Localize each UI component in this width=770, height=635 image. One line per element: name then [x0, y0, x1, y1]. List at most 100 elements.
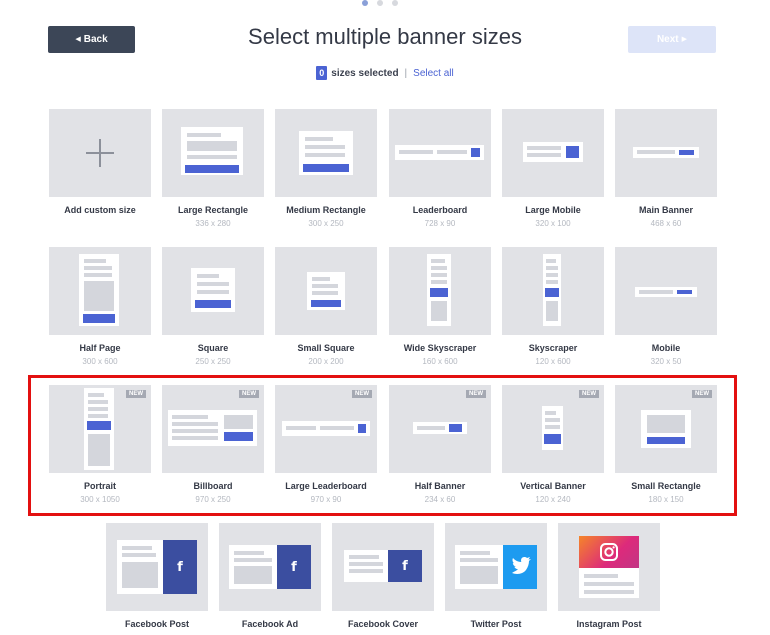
banner-tile-skyscraper[interactable]: Skyscraper 120 x 600 — [502, 247, 604, 366]
social-name: Twitter Post — [470, 619, 522, 629]
banner-preview[interactable] — [275, 109, 377, 197]
banner-name: Wide Skyscraper — [403, 343, 477, 353]
banner-name: Large Rectangle — [177, 205, 249, 215]
social-mockup: f — [117, 540, 197, 594]
facebook-icon: f — [163, 540, 197, 594]
banner-tile-small-rectangle[interactable]: NEW Small Rectangle 180 x 150 — [615, 385, 717, 504]
banner-preview[interactable]: NEW — [389, 385, 491, 473]
next-button[interactable]: Next ▶ — [628, 26, 716, 53]
banner-tile-main-banner[interactable]: Main Banner 468 x 60 — [615, 109, 717, 228]
banner-dimensions: 970 x 90 — [310, 495, 342, 504]
social-mockup — [455, 545, 537, 589]
banner-tile-square[interactable]: Square 250 x 250 — [162, 247, 264, 366]
banner-name: Add custom size — [64, 205, 136, 215]
social-tile-twitter-post[interactable]: Twitter Post — [445, 523, 547, 629]
facebook-icon: f — [388, 550, 422, 582]
banner-name: Square — [197, 343, 229, 353]
banner-tile-medium-rectangle[interactable]: Medium Rectangle 300 x 250 — [275, 109, 377, 228]
banner-preview[interactable] — [49, 247, 151, 335]
banner-dimensions: 300 x 600 — [82, 357, 118, 366]
social-preview[interactable]: f — [332, 523, 434, 611]
banner-preview[interactable]: NEW — [49, 385, 151, 473]
banner-tile-wide-skyscraper[interactable]: Wide Skyscraper 160 x 600 — [389, 247, 491, 366]
banner-preview[interactable] — [162, 247, 264, 335]
social-tile-instagram-post[interactable]: Instagram Post — [558, 523, 660, 629]
banner-dimensions: 120 x 240 — [535, 495, 571, 504]
selected-count-badge: 0 — [316, 66, 328, 80]
banner-preview[interactable] — [275, 247, 377, 335]
social-preview[interactable]: f — [219, 523, 321, 611]
banner-preview[interactable] — [615, 109, 717, 197]
new-badge: NEW — [126, 390, 146, 398]
select-all-link[interactable]: Select all — [413, 68, 454, 79]
banner-preview[interactable] — [389, 109, 491, 197]
banner-preview[interactable] — [389, 247, 491, 335]
banner-tile-add-custom-size[interactable]: Add custom size — [49, 109, 151, 215]
banner-tile-billboard[interactable]: NEW Billboard 970 x 250 — [162, 385, 264, 504]
banner-dimensions: 336 x 280 — [195, 219, 231, 228]
banner-preview[interactable] — [502, 247, 604, 335]
social-mockup — [579, 536, 639, 598]
social-mockup: f — [229, 545, 311, 589]
banner-dimensions: 120 x 600 — [535, 357, 571, 366]
banner-tile-large-mobile[interactable]: Large Mobile 320 x 100 — [502, 109, 604, 228]
banner-dimensions: 160 x 600 — [422, 357, 458, 366]
step-dot-3 — [392, 0, 398, 6]
instagram-icon — [579, 536, 639, 568]
banner-tile-leaderboard[interactable]: Leaderboard 728 x 90 — [389, 109, 491, 228]
banner-mockup — [542, 406, 563, 450]
banner-tile-mobile[interactable]: Mobile 320 x 50 — [615, 247, 717, 366]
social-name: Facebook Cover — [347, 619, 419, 629]
new-badge: NEW — [466, 390, 486, 398]
banner-mockup — [543, 254, 561, 326]
banner-tile-small-square[interactable]: Small Square 200 x 200 — [275, 247, 377, 366]
banner-preview[interactable] — [49, 109, 151, 197]
banner-name: Half Page — [79, 343, 121, 353]
banner-dimensions: 468 x 60 — [650, 219, 682, 228]
banner-tile-half-banner[interactable]: NEW Half Banner 234 x 60 — [389, 385, 491, 504]
selection-status: 0 sizes selected | Select all — [0, 66, 770, 80]
social-preview[interactable]: f — [106, 523, 208, 611]
banner-tile-large-rectangle[interactable]: Large Rectangle 336 x 280 — [162, 109, 264, 228]
banner-tile-half-page[interactable]: Half Page 300 x 600 — [49, 247, 151, 366]
banner-dimensions: 300 x 250 — [308, 219, 344, 228]
banner-dimensions: 320 x 100 — [535, 219, 571, 228]
banner-preview[interactable] — [502, 109, 604, 197]
banner-dimensions: 300 x 1050 — [80, 495, 120, 504]
social-tile-facebook-ad[interactable]: f Facebook Ad — [219, 523, 321, 629]
banner-mockup — [79, 254, 119, 326]
banner-mockup — [191, 268, 235, 312]
banner-mockup — [633, 147, 699, 158]
banner-preview[interactable]: NEW — [162, 385, 264, 473]
social-tile-facebook-cover[interactable]: f Facebook Cover — [332, 523, 434, 629]
social-mockup: f — [344, 550, 422, 582]
banner-mockup — [523, 142, 583, 162]
social-tile-facebook-post[interactable]: f Facebook Post — [106, 523, 208, 629]
banner-tile-portrait[interactable]: NEW Portrait 300 x 1050 — [49, 385, 151, 504]
new-badge: NEW — [692, 390, 712, 398]
banner-tile-vertical-banner[interactable]: NEW Vertical Banner 120 x 240 — [502, 385, 604, 504]
banner-name: Vertical Banner — [520, 481, 586, 491]
banner-dimensions: 200 x 200 — [308, 357, 344, 366]
banner-mockup — [641, 410, 691, 448]
plus-icon — [86, 139, 114, 167]
step-indicator — [362, 0, 398, 6]
banner-preview[interactable] — [162, 109, 264, 197]
banner-name: Portrait — [83, 481, 116, 491]
banner-name: Leaderboard — [412, 205, 468, 215]
new-badge: NEW — [239, 390, 259, 398]
social-preview[interactable] — [445, 523, 547, 611]
banner-name: Small Rectangle — [631, 481, 701, 491]
banner-preview[interactable]: NEW — [615, 385, 717, 473]
social-name: Facebook Ad — [241, 619, 299, 629]
banner-preview[interactable] — [615, 247, 717, 335]
banner-preview[interactable]: NEW — [275, 385, 377, 473]
banner-mockup — [395, 145, 484, 160]
banner-dimensions: 234 x 60 — [424, 495, 456, 504]
banner-preview[interactable]: NEW — [502, 385, 604, 473]
step-dot-2 — [377, 0, 383, 6]
banner-name: Large Mobile — [525, 205, 581, 215]
banner-mockup — [84, 388, 114, 470]
social-preview[interactable] — [558, 523, 660, 611]
banner-tile-large-leaderboard[interactable]: NEW Large Leaderboard 970 x 90 — [275, 385, 377, 504]
